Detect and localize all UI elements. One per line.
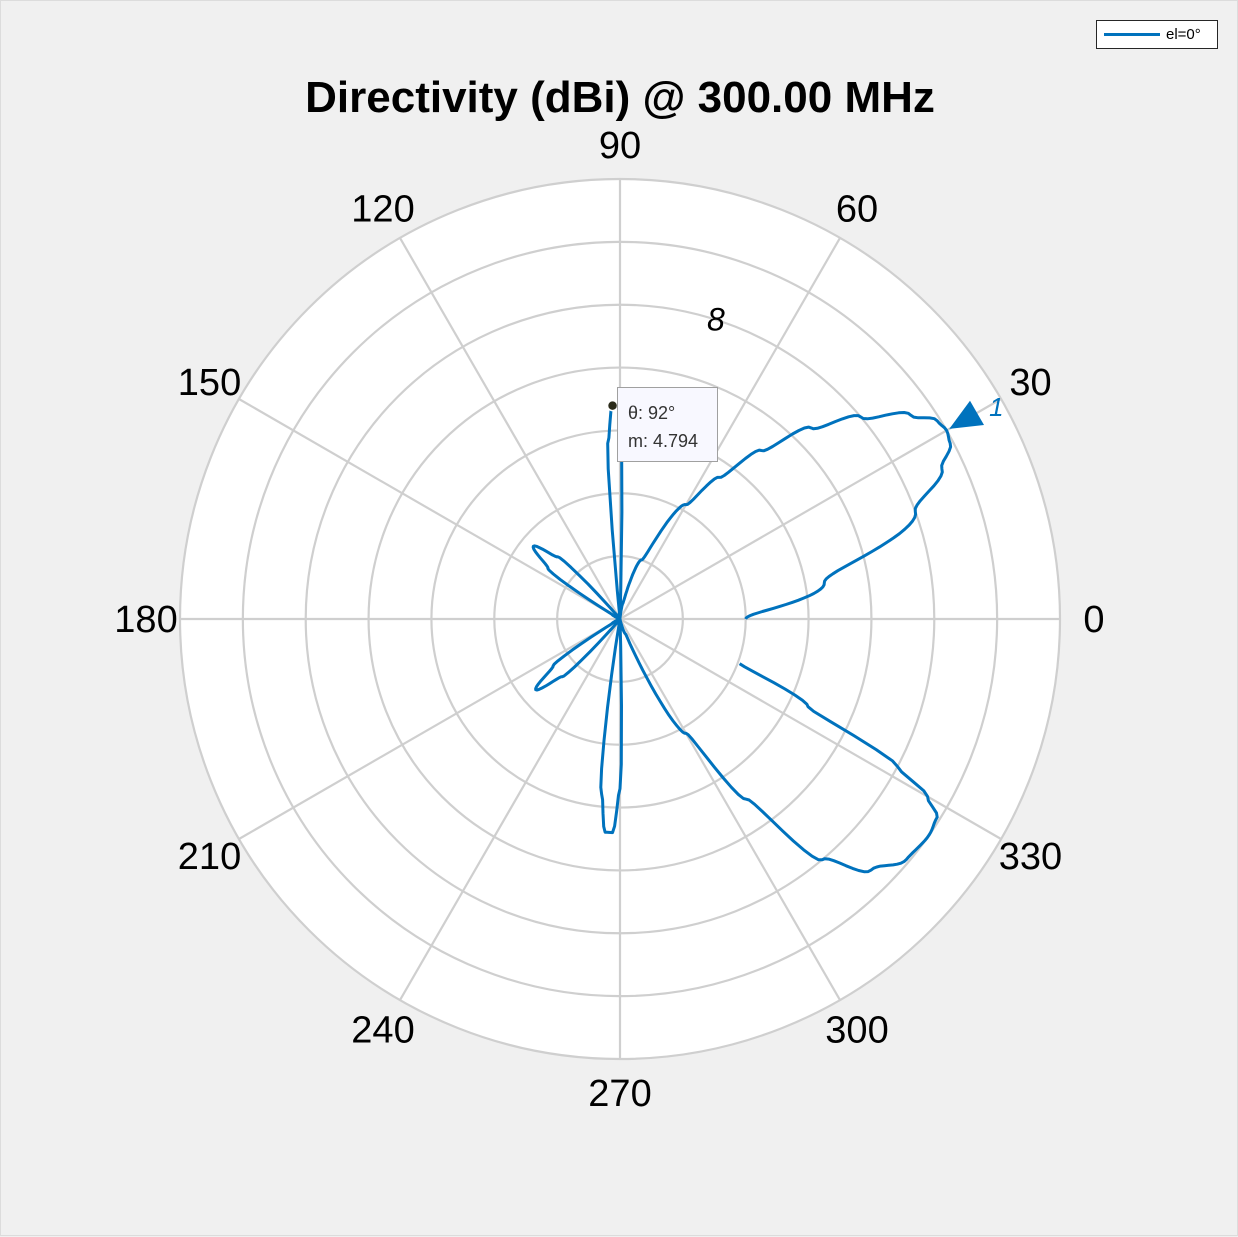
chart-title: Directivity (dBi) @ 300.00 MHz (305, 73, 935, 122)
angle-tick-label: 210 (178, 836, 241, 878)
magnitude-tick-label: 8 (707, 301, 725, 337)
angle-tick-label: 90 (599, 125, 641, 167)
data-tip-theta: θ: 92° (628, 403, 676, 423)
angle-tick-label: 150 (178, 362, 241, 404)
legend-entry-label: el=0° (1166, 26, 1201, 43)
peak-marker-label: 1 (989, 392, 1003, 422)
angle-tick-label: 330 (999, 836, 1062, 878)
angle-tick-label: 30 (1009, 362, 1051, 404)
angle-tick-label: 60 (836, 189, 878, 231)
data-tip[interactable]: θ: 92° m: 4.794 (617, 387, 718, 462)
angle-tick-label: 240 (351, 1009, 414, 1051)
legend[interactable]: el=0° (1096, 20, 1218, 49)
angle-tick-label: 0 (1083, 599, 1104, 641)
data-tip-magnitude: m: 4.794 (628, 431, 699, 451)
angle-tick-label: 180 (114, 599, 177, 641)
figure-window: 1 030609012015018021024027030033048 Dire… (0, 0, 1238, 1236)
angle-tick-label: 300 (825, 1009, 888, 1051)
legend-line-swatch (1104, 33, 1160, 36)
polar-plot[interactable]: 1 030609012015018021024027030033048 (1, 1, 1238, 1237)
angle-tick-label: 270 (588, 1073, 651, 1115)
angle-tick-label: 120 (351, 189, 414, 231)
